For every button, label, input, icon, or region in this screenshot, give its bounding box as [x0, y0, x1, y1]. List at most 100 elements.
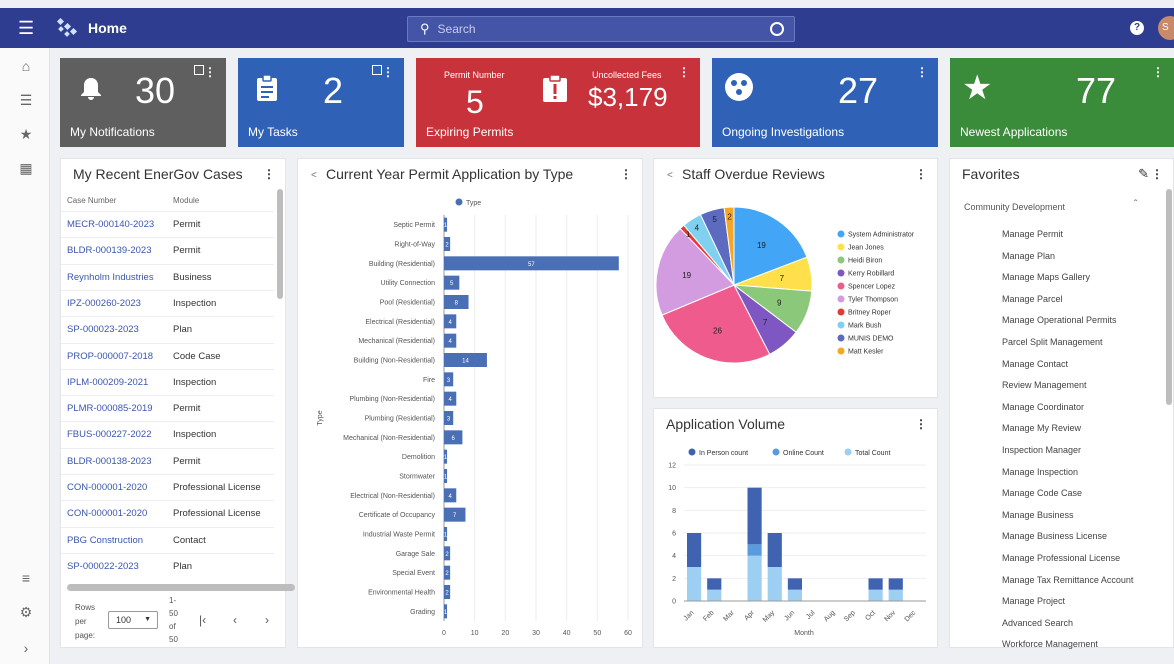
- favorite-link[interactable]: Parcel Split Management: [1002, 337, 1103, 347]
- legend-label[interactable]: Jean Jones: [848, 245, 884, 252]
- rows-per-page-select[interactable]: 100 ▼: [108, 611, 158, 629]
- legend-label[interactable]: Heidi Biron: [848, 258, 882, 265]
- case-number-link[interactable]: SP-000022-2023: [67, 554, 139, 580]
- legend-label[interactable]: System Administrator: [848, 232, 915, 239]
- case-number-link[interactable]: SP-000023-2023: [67, 317, 139, 343]
- stacked-bar-segment[interactable]: [868, 578, 883, 590]
- kebab-menu-icon[interactable]: ⋮: [678, 65, 690, 79]
- favorite-link[interactable]: Manage My Review: [1002, 423, 1081, 433]
- kebab-menu-icon[interactable]: ⋮: [204, 65, 216, 79]
- prev-page-icon[interactable]: ‹: [233, 613, 237, 627]
- help-icon[interactable]: ?: [1130, 21, 1144, 35]
- tile-tasks[interactable]: 2 ⋮ My Tasks: [238, 58, 404, 147]
- favorite-link[interactable]: Manage Permit: [1002, 229, 1063, 239]
- table-row[interactable]: MECR-000140-2023 Permit: [61, 211, 274, 237]
- favorite-link[interactable]: Review Management: [1002, 380, 1087, 390]
- chevron-up-icon[interactable]: ˆ: [1134, 199, 1137, 210]
- stacked-bar-segment[interactable]: [687, 533, 702, 567]
- favorite-link[interactable]: Manage Operational Permits: [1002, 315, 1117, 325]
- legend-label[interactable]: Total Count: [855, 450, 890, 457]
- table-row[interactable]: CON-000001-2020 Professional License: [61, 474, 274, 500]
- kebab-menu-icon[interactable]: ⋮: [263, 167, 275, 181]
- case-number-link[interactable]: PLMR-000085-2019: [67, 396, 153, 422]
- stacked-bar-segment[interactable]: [767, 567, 782, 601]
- stacked-bar-segment[interactable]: [767, 533, 782, 567]
- favorite-link[interactable]: Manage Project: [1002, 596, 1065, 606]
- home-icon[interactable]: ⌂: [18, 58, 34, 74]
- column-header-module[interactable]: Module: [173, 196, 199, 205]
- external-link-icon[interactable]: [194, 65, 204, 75]
- favorite-link[interactable]: Advanced Search: [1002, 618, 1073, 628]
- hamburger-menu-icon[interactable]: ☰: [18, 18, 48, 39]
- next-page-icon[interactable]: ›: [265, 613, 269, 627]
- case-number-link[interactable]: PBG Construction: [67, 528, 143, 554]
- tile-expiring-permits[interactable]: Permit Number 5 Uncollected Fees $3,179 …: [416, 58, 700, 147]
- case-number-link[interactable]: BLDR-000139-2023: [67, 238, 152, 264]
- legend-label[interactable]: Spencer Lopez: [848, 284, 896, 291]
- legend-label[interactable]: In Person count: [699, 450, 748, 457]
- table-row[interactable]: CON-000001-2020 Professional License: [61, 500, 274, 526]
- favorite-link[interactable]: Manage Code Case: [1002, 488, 1082, 498]
- table-row[interactable]: IPZ-000260-2023 Inspection: [61, 289, 274, 317]
- favorite-link[interactable]: Manage Plan: [1002, 251, 1055, 261]
- stacked-bar-segment[interactable]: [747, 555, 762, 601]
- vertical-scrollbar[interactable]: [1166, 189, 1172, 405]
- legend-label[interactable]: Kerry Robillard: [848, 271, 894, 278]
- table-row[interactable]: FBUS-000227-2022 Inspection: [61, 421, 274, 447]
- table-row[interactable]: Reynholm Industries Business: [61, 263, 274, 291]
- stacked-bar-segment[interactable]: [787, 589, 802, 601]
- table-row[interactable]: PROP-000007-2018 Code Case: [61, 342, 274, 370]
- case-number-link[interactable]: PROP-000007-2018: [67, 344, 153, 370]
- legend-label[interactable]: Mark Bush: [848, 323, 882, 330]
- table-row[interactable]: PLMR-000085-2019 Permit: [61, 395, 274, 421]
- favorite-link[interactable]: Manage Tax Remittance Account: [1002, 575, 1133, 585]
- favorite-link[interactable]: Manage Parcel: [1002, 294, 1063, 304]
- favorite-link[interactable]: Manage Inspection: [1002, 467, 1078, 477]
- stacked-bar-segment[interactable]: [868, 589, 883, 601]
- legend-label[interactable]: MUNIS DEMO: [848, 336, 894, 343]
- globe-icon[interactable]: [770, 22, 784, 36]
- table-row[interactable]: PBG Construction Contact: [61, 526, 274, 554]
- favorite-link[interactable]: Manage Maps Gallery: [1002, 272, 1090, 282]
- favorite-link[interactable]: Manage Professional License: [1002, 553, 1120, 563]
- table-row[interactable]: SP-000023-2023 Plan: [61, 316, 274, 342]
- case-number-link[interactable]: IPZ-000260-2023: [67, 291, 141, 317]
- legend-label[interactable]: Tyler Thompson: [848, 297, 898, 304]
- case-number-link[interactable]: MECR-000140-2023: [67, 212, 154, 238]
- stacked-bar-segment[interactable]: [707, 589, 722, 601]
- favorite-link[interactable]: Manage Business: [1002, 510, 1074, 520]
- case-number-link[interactable]: FBUS-000227-2022: [67, 422, 152, 448]
- search-input[interactable]: ⚲ Search: [407, 16, 795, 42]
- stacked-bar-segment[interactable]: [687, 567, 702, 601]
- kebab-menu-icon[interactable]: ⋮: [1151, 167, 1163, 181]
- tile-investigations[interactable]: 27 ⋮ Ongoing Investigations: [712, 58, 938, 147]
- pencil-icon[interactable]: ✎: [1138, 166, 1149, 182]
- list-icon[interactable]: ☰: [18, 92, 34, 109]
- table-row[interactable]: BLDR-000138-2023 Permit: [61, 447, 274, 475]
- first-page-icon[interactable]: |‹: [199, 613, 206, 627]
- table-row[interactable]: SP-000022-2023 Plan: [61, 552, 274, 580]
- expand-chevron-icon[interactable]: ›: [18, 640, 34, 656]
- case-number-link[interactable]: IPLM-000209-2021: [67, 370, 148, 396]
- favorites-group-header[interactable]: Community Development: [964, 202, 1065, 212]
- app-logo-icon[interactable]: [54, 15, 80, 41]
- legend-label[interactable]: Online Count: [783, 450, 824, 457]
- stacked-bar-segment[interactable]: [888, 589, 903, 601]
- case-number-link[interactable]: BLDR-000138-2023: [67, 449, 152, 475]
- kebab-menu-icon[interactable]: ⋮: [382, 65, 394, 79]
- kebab-menu-icon[interactable]: ⋮: [1152, 65, 1164, 79]
- tile-notifications[interactable]: 30 ⋮ My Notifications: [60, 58, 226, 147]
- stacked-bar-segment[interactable]: [747, 487, 762, 545]
- gear-icon[interactable]: ⚙: [18, 604, 34, 621]
- favorite-link[interactable]: Manage Coordinator: [1002, 402, 1084, 412]
- vertical-scrollbar[interactable]: [277, 189, 283, 299]
- case-number-link[interactable]: Reynholm Industries: [67, 265, 154, 291]
- case-number-link[interactable]: CON-000001-2020: [67, 475, 147, 501]
- sliders-icon[interactable]: ≡: [18, 570, 34, 586]
- dashboard-icon[interactable]: ▦: [18, 160, 34, 177]
- favorite-link[interactable]: Workforce Management: [1002, 639, 1098, 649]
- external-link-icon[interactable]: [372, 65, 382, 75]
- favorite-link[interactable]: Manage Contact: [1002, 359, 1068, 369]
- table-row[interactable]: BLDR-000139-2023 Permit: [61, 237, 274, 263]
- legend-label[interactable]: Britney Roper: [848, 310, 891, 317]
